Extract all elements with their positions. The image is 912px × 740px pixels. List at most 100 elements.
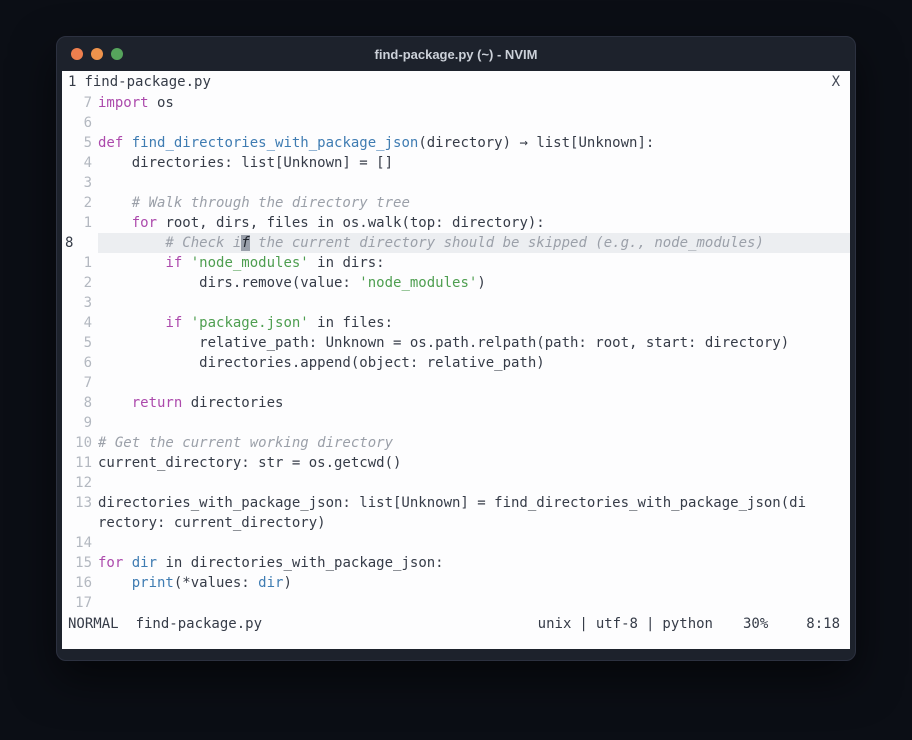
code-line[interactable]: 5 relative_path: Unknown = os.path.relpa… [62,333,850,353]
code-segment: directories [182,395,283,411]
code-segment: # Get the current working directory [98,435,393,451]
code-line[interactable]: 6 [62,113,850,133]
zoom-window-button[interactable] [111,48,123,60]
code-segment: if [165,255,182,271]
window-titlebar[interactable]: find-package.py (~) - NVIM [57,37,855,71]
window-title: find-package.py (~) - NVIM [57,47,855,62]
code-text [98,473,850,493]
code-segment: if [165,315,182,331]
buffer-tab[interactable]: 1find-package.py [68,71,832,93]
code-text: directories.append(object: relative_path… [98,353,850,373]
code-line[interactable]: 4 directories: list[Unknown] = [] [62,153,850,173]
line-number: 1 [62,213,98,233]
code-line[interactable]: 3 [62,173,850,193]
line-number: 7 [62,93,98,113]
code-segment: root, dirs, files in os.walk(top: direct… [157,215,545,231]
code-line[interactable]: 2 # Walk through the directory tree [62,193,850,213]
cursor-line[interactable]: 8 # Check if the current directory shoul… [62,233,850,253]
code-segment: rectory: current_directory) [98,515,326,531]
code-line[interactable]: 17 [62,593,850,613]
buffer-close-button[interactable]: X [832,71,840,93]
code-text: # Check if the current directory should … [98,233,850,253]
line-number: 4 [62,153,98,173]
code-text: dirs.remove(value: 'node_modules') [98,273,850,293]
code-segment [98,315,165,331]
code-segment [98,575,132,591]
code-segment: return [132,395,183,411]
line-number: 2 [62,193,98,213]
code-line[interactable]: 6 directories.append(object: relative_pa… [62,353,850,373]
code-segment [123,555,131,571]
code-line[interactable]: 9 [62,413,850,433]
code-line[interactable]: 2 dirs.remove(value: 'node_modules') [62,273,850,293]
code-segment: (directory) → list[Unknown]: [418,135,654,151]
line-number: 16 [62,573,98,593]
code-line[interactable]: 5def find_directories_with_package_json(… [62,133,850,153]
line-number: 15 [62,553,98,573]
code-line[interactable]: rectory: current_directory) [62,513,850,533]
code-line[interactable]: 3 [62,293,850,313]
code-text: for root, dirs, files in os.walk(top: di… [98,213,850,233]
line-number: 17 [62,593,98,613]
code-segment: in directories_with_package_json: [157,555,444,571]
code-line[interactable]: 16 print(*values: dir) [62,573,850,593]
code-line[interactable]: 1 for root, dirs, files in os.walk(top: … [62,213,850,233]
line-number: 12 [62,473,98,493]
code-segment: 'node_modules' [359,275,477,291]
code-line[interactable]: 11current_directory: str = os.getcwd() [62,453,850,473]
code-segment: print [132,575,174,591]
code-text: if 'package.json' in files: [98,313,850,333]
code-segment [98,215,132,231]
line-number: 7 [62,373,98,393]
minimize-window-button[interactable] [91,48,103,60]
code-line[interactable]: 7import os [62,93,850,113]
code-line[interactable]: 13directories_with_package_json: list[Un… [62,493,850,513]
code-line[interactable]: 12 [62,473,850,493]
code-segment: for [98,555,123,571]
line-number: 14 [62,533,98,553]
code-line[interactable]: 10# Get the current working directory [62,433,850,453]
code-segment: directories.append(object: relative_path… [98,355,545,371]
code-line[interactable]: 14 [62,533,850,553]
code-segment: 'node_modules' [191,255,309,271]
code-segment [98,255,165,271]
line-number: 8 [62,233,98,253]
code-line[interactable]: 8 return directories [62,393,850,413]
line-number: 6 [62,353,98,373]
code-text: directories: list[Unknown] = [] [98,153,850,173]
code-text: import os [98,93,850,113]
code-segment [98,395,132,411]
code-text [98,593,850,613]
code-segment [98,195,132,211]
code-text [98,533,850,553]
line-number: 13 [62,493,98,513]
code-text [98,173,850,193]
statusline-filename: find-package.py [136,613,262,635]
code-segment: ) [477,275,485,291]
code-segment: directories: list[Unknown] = [] [98,155,393,171]
close-window-button[interactable] [71,48,83,60]
code-line[interactable]: 7 [62,373,850,393]
code-segment: def [98,135,123,151]
code-line[interactable]: 1 if 'node_modules' in dirs: [62,253,850,273]
code-segment [182,315,190,331]
nvim-window: find-package.py (~) - NVIM 1find-package… [56,36,856,661]
buffer-name: find-package.py [84,74,210,90]
code-segment: for [132,215,157,231]
cursor-block: f [241,235,249,251]
code-segment: find_directories_with_package_json [132,135,419,151]
code-segment: the current directory should be skipped … [250,235,764,251]
statusline-right: unix|utf-8|python30%8:18 [538,613,840,635]
line-number: 6 [62,113,98,133]
statusline-separator: | [646,616,654,632]
code-text [98,113,850,133]
code-area[interactable]: 7import os65def find_directories_with_pa… [62,93,850,613]
code-line[interactable]: 4 if 'package.json' in files: [62,313,850,333]
code-text: # Walk through the directory tree [98,193,850,213]
code-segment: ) [283,575,291,591]
code-segment: dirs.remove(value: [98,275,359,291]
line-number: 3 [62,293,98,313]
code-segment: relative_path: Unknown = os.path.relpath… [98,335,789,351]
code-line[interactable]: 15for dir in directories_with_package_js… [62,553,850,573]
code-segment: dir [132,555,157,571]
